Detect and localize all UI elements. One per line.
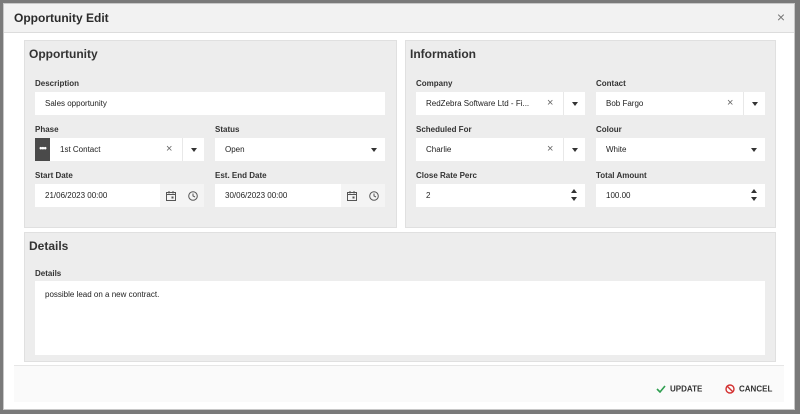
details-label: Details — [35, 269, 62, 278]
colour-dropdown-button[interactable] — [743, 138, 765, 161]
end-date-calendar-button[interactable] — [341, 184, 363, 207]
total-amount-value: 100.00 — [606, 191, 631, 200]
contact-dropdown-button[interactable] — [743, 92, 765, 115]
update-button[interactable]: UPDATE — [656, 384, 702, 393]
opportunity-panel: Opportunity Description Sales opportunit… — [24, 40, 397, 228]
close-rate-spinner[interactable] — [569, 188, 579, 204]
start-date-input[interactable]: 21/06/2023 00:00 — [35, 184, 204, 207]
close-rate-label: Close Rate Perc — [416, 171, 477, 180]
clock-icon — [188, 191, 198, 201]
colour-label: Colour — [596, 125, 622, 134]
details-textarea[interactable]: possible lead on a new contract. — [35, 281, 765, 355]
start-date-value: 21/06/2023 00:00 — [45, 191, 108, 200]
phase-label: Phase — [35, 125, 59, 134]
status-dropdown-button[interactable] — [363, 138, 385, 161]
start-date-time-button[interactable] — [182, 184, 204, 207]
phase-dropdown-button[interactable] — [182, 138, 204, 161]
cancel-icon — [725, 384, 735, 394]
scheduled-for-label: Scheduled For — [416, 125, 472, 134]
details-value: possible lead on a new contract. — [45, 290, 160, 299]
chevron-down-icon — [752, 102, 758, 106]
information-panel: Information Company RedZebra Software Lt… — [405, 40, 776, 228]
total-amount-label: Total Amount — [596, 171, 647, 180]
spin-down-icon[interactable] — [571, 197, 577, 201]
scheduled-for-clear-icon[interactable]: × — [547, 143, 553, 155]
update-label: UPDATE — [670, 384, 703, 394]
calendar-icon — [166, 191, 176, 201]
calendar-icon — [347, 191, 357, 201]
chevron-down-icon — [751, 148, 757, 152]
scheduled-for-dropdown-button[interactable] — [563, 138, 585, 161]
company-select[interactable]: RedZebra Software Ltd - Fi... × — [416, 92, 585, 115]
phase-more-button[interactable]: ••• — [35, 138, 50, 161]
spin-up-icon[interactable] — [571, 189, 577, 193]
end-date-value: 30/06/2023 00:00 — [225, 191, 288, 200]
company-value: RedZebra Software Ltd - Fi... — [426, 99, 530, 108]
chevron-down-icon — [191, 148, 197, 152]
opportunity-panel-title: Opportunity — [29, 47, 98, 61]
status-select[interactable]: Open — [215, 138, 385, 161]
spin-down-icon[interactable] — [751, 197, 757, 201]
scheduled-for-select[interactable]: Charlie × — [416, 138, 585, 161]
chevron-down-icon — [371, 148, 377, 152]
spin-up-icon[interactable] — [751, 189, 757, 193]
check-icon — [656, 385, 666, 393]
phase-value: 1st Contact — [60, 145, 101, 154]
clock-icon — [369, 191, 379, 201]
start-date-calendar-button[interactable] — [160, 184, 182, 207]
start-date-label: Start Date — [35, 171, 73, 180]
cancel-label: CANCEL — [739, 384, 773, 394]
description-value: Sales opportunity — [45, 99, 107, 108]
information-panel-title: Information — [410, 47, 476, 61]
company-dropdown-button[interactable] — [563, 92, 585, 115]
contact-label: Contact — [596, 79, 626, 88]
total-amount-input[interactable]: 100.00 — [596, 184, 765, 207]
scheduled-for-value: Charlie — [426, 145, 452, 154]
colour-value: White — [606, 145, 627, 154]
dialog-footer: UPDATE CANCEL — [14, 365, 784, 402]
contact-select[interactable]: Bob Fargo × — [596, 92, 765, 115]
end-date-input[interactable]: 30/06/2023 00:00 — [215, 184, 385, 207]
contact-clear-icon[interactable]: × — [727, 97, 733, 109]
description-label: Description — [35, 79, 80, 88]
contact-value: Bob Fargo — [606, 99, 644, 108]
phase-clear-icon[interactable]: × — [166, 143, 172, 155]
details-panel: Details Details possible lead on a new c… — [24, 232, 776, 362]
dialog-titlebar: Opportunity Edit × — [4, 4, 794, 33]
status-label: Status — [215, 125, 240, 134]
total-amount-spinner[interactable] — [749, 188, 759, 204]
phase-select[interactable]: ••• 1st Contact × — [35, 138, 204, 161]
chevron-down-icon — [572, 148, 578, 152]
cancel-button[interactable]: CANCEL — [725, 384, 772, 394]
company-label: Company — [416, 79, 453, 88]
end-date-time-button[interactable] — [363, 184, 385, 207]
colour-select[interactable]: White — [596, 138, 765, 161]
description-input[interactable]: Sales opportunity — [35, 92, 385, 115]
close-rate-input[interactable]: 2 — [416, 184, 585, 207]
end-date-label: Est. End Date — [215, 171, 267, 180]
close-dialog-icon[interactable]: × — [777, 9, 785, 25]
chevron-down-icon — [572, 102, 578, 106]
dialog-title: Opportunity Edit — [14, 11, 109, 25]
opportunity-edit-dialog: Opportunity Edit × Opportunity Descripti… — [3, 3, 795, 410]
close-rate-value: 2 — [426, 191, 431, 200]
company-clear-icon[interactable]: × — [547, 97, 553, 109]
status-value: Open — [225, 145, 245, 154]
details-panel-title: Details — [29, 239, 69, 253]
